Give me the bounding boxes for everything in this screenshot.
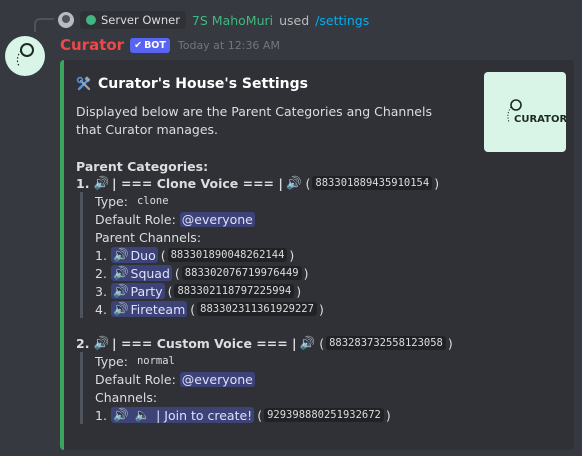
channel-item: 4. 🔊 Fireteam (883302311361929227) [95, 301, 324, 317]
bot-avatar[interactable] [5, 36, 45, 76]
channel-mention[interactable]: 🔊 Fireteam [110, 301, 188, 317]
default-role-row: Default Role: @everyone [95, 210, 476, 228]
settings-embed: CURATOR Curator's House's Settings Displ… [60, 60, 574, 450]
channel-name: Squad [130, 265, 170, 281]
speaker-icon: 🔊 [285, 175, 302, 190]
category-item: 2. 🔊 | === Custom Voice === | 🔊 (8832837… [76, 335, 453, 351]
channel-name: Fireteam [130, 301, 186, 317]
parent-categories-heading: Parent Categories: [76, 159, 209, 174]
channel-id: 883301890048262144 [167, 248, 288, 262]
list-number: 1. [76, 175, 90, 191]
command-reply-row: Server Owner 7S MahoMuri used /settings [58, 10, 369, 30]
list-number: 2. [95, 265, 107, 281]
embed-thumbnail[interactable]: CURATOR [484, 72, 567, 152]
speaker-icon: 🔊 [112, 283, 129, 298]
speaker-icon: 🔊 [93, 335, 110, 350]
bot-tag-label: BOT [144, 39, 166, 51]
category-name: | === Clone Voice === | [112, 175, 283, 191]
verified-check-icon: ✔ [134, 39, 143, 51]
speaker-icon: 🔊 [112, 301, 129, 316]
role-color-dot [86, 15, 96, 25]
bot-tag: ✔ BOT [130, 37, 170, 53]
speaker-icon: 🔊 [112, 265, 129, 280]
default-role-row: Default Role: @everyone [95, 370, 476, 388]
user-avatar-small[interactable] [58, 12, 74, 28]
hammer-wrench-icon [76, 76, 91, 91]
type-value: clone [136, 195, 169, 207]
role-name: Server Owner [101, 13, 180, 27]
command-name[interactable]: /settings [315, 13, 369, 28]
curator-logo-icon: CURATOR [507, 99, 567, 125]
list-number: 1. [95, 407, 107, 423]
list-number: 3. [95, 283, 107, 299]
list-number: 1. [95, 247, 107, 263]
channel-item: 1. 🔊 🔈 | Join to create! (9293988802519326… [95, 407, 391, 423]
channel-id: 883302311361929227 [197, 302, 317, 316]
command-user-name[interactable]: 7S MahoMuri [192, 13, 273, 28]
channel-id: 883302118797225994 [174, 284, 295, 298]
channel-mention[interactable]: 🔊 Party [110, 283, 165, 299]
role-badge[interactable]: Server Owner [80, 11, 186, 29]
default-role-label: Default Role: [95, 211, 176, 227]
channel-mention[interactable]: 🔊 Duo [110, 247, 158, 263]
message-header: Curator ✔ BOT Today at 12:36 AM [60, 36, 280, 54]
used-text: used [279, 12, 310, 28]
reply-connector [34, 18, 54, 32]
category-id: 883283732558123058 [326, 336, 446, 350]
bot-username[interactable]: Curator [60, 36, 124, 54]
speaker-icon: 🔊 [93, 175, 110, 190]
role-mention[interactable]: @everyone [179, 371, 255, 387]
channel-item: 1. 🔊 Duo (883301890048262144) [95, 247, 295, 263]
type-label: Type: [95, 193, 128, 209]
embed-title: Curator's House's Settings [76, 74, 476, 94]
channel-item: 2. 🔊 Squad (883302076719976449) [95, 265, 309, 281]
embed-title-text: Curator's House's Settings [98, 76, 309, 92]
embed-description: Displayed below are the Parent Categorie… [76, 104, 432, 137]
category-id: 883301889435910154 [312, 176, 433, 190]
category-name: | === Custom Voice === | [112, 335, 297, 351]
channel-name: | Join to create! [156, 407, 253, 423]
type-row: Type: normal [95, 352, 476, 370]
default-role-label: Default Role: [95, 371, 176, 387]
category-item: 1. 🔊 | === Clone Voice === | 🔊 (88330188… [76, 175, 440, 191]
channels-label: Channels: [95, 389, 158, 405]
speaker-icon: 🔈 [134, 407, 151, 422]
channel-name: Duo [130, 247, 156, 263]
type-label: Type: [95, 353, 128, 369]
parent-channels-label: Parent Channels: [95, 229, 202, 245]
category-details: Type: clone Default Role: @everyone Pare… [80, 192, 476, 318]
speaker-icon: 🔊 [299, 335, 316, 350]
channel-mention[interactable]: 🔊 🔈 | Join to create! [110, 407, 255, 423]
channel-id: 883302076719976449 [181, 266, 302, 280]
channel-id: 929398880251932672 [264, 408, 384, 422]
list-number: 2. [76, 335, 90, 351]
curator-logo-text: CURATOR [514, 114, 566, 125]
embed-body: Curator's House's Settings Displayed bel… [76, 74, 476, 424]
type-row: Type: clone [95, 192, 476, 210]
channel-name: Party [130, 283, 163, 299]
speaker-icon: 🔊 [112, 247, 129, 262]
channel-mention[interactable]: 🔊 Squad [110, 265, 172, 281]
role-mention[interactable]: @everyone [179, 211, 255, 227]
category-details: Type: normal Default Role: @everyone Cha… [80, 352, 476, 424]
channel-item: 3. 🔊 Party (883302118797225994) [95, 283, 302, 299]
monocle-icon [16, 43, 34, 67]
message-timestamp[interactable]: Today at 12:36 AM [178, 39, 280, 52]
type-value: normal [136, 355, 175, 367]
speaker-icon: 🔊 [112, 407, 129, 422]
list-number: 4. [95, 301, 107, 317]
